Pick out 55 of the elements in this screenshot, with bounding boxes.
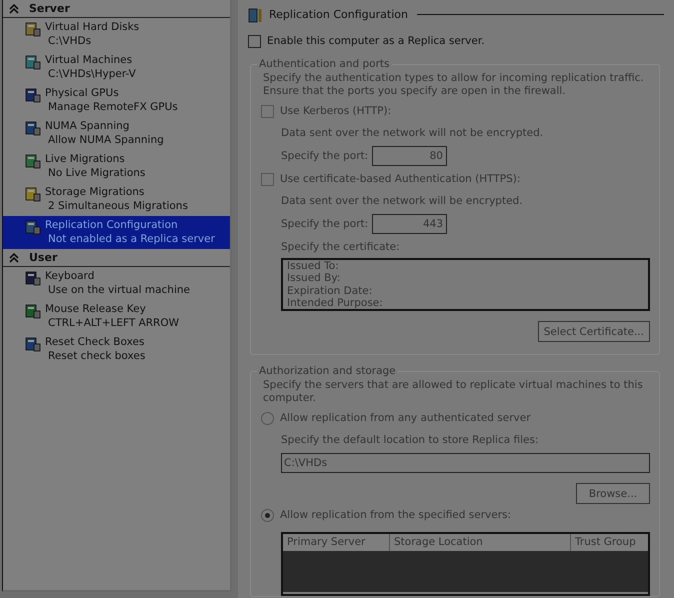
collapse-icon[interactable] [9, 4, 19, 14]
item-title: Virtual Machines [45, 53, 134, 67]
item-subtitle: Reset check boxes [47, 349, 146, 364]
radio-label: Allow replication from the specified servers: [280, 509, 512, 521]
sidebar-item[interactable]: Virtual Hard Disks C:\VHDs [3, 18, 230, 51]
description-text: Specify the servers that are allowed to replicate virtual machines to this computer. [263, 379, 644, 405]
section-header: User [29, 251, 58, 264]
group-title: Authorization and storage [258, 365, 397, 377]
item-subtitle: Not enabled as a Replica server [47, 232, 215, 247]
item-subtitle: 2 Simultaneous Migrations [47, 199, 188, 214]
sidebar-item[interactable]: NUMA Spanning Allow NUMA Spanning [3, 117, 230, 150]
item-title: Storage Migrations [45, 185, 146, 199]
checkbox-label: Use Kerberos (HTTP): [280, 105, 392, 117]
certificate-field: Expiration Date: [287, 284, 648, 297]
item-subtitle: Manage RemoteFX GPUs [47, 100, 178, 115]
radio-label: Allow replication from any authenticated server [280, 412, 531, 424]
note-text: Data sent over the network will not be encrypted. [280, 126, 544, 141]
item-subtitle: C:\VHDs [47, 34, 92, 49]
item-subtitle: No Live Migrations [47, 166, 146, 181]
section-header: Server [29, 2, 70, 15]
item-title: NUMA Spanning [45, 119, 130, 133]
collapse-icon[interactable] [9, 252, 19, 262]
sidebar-item[interactable]: Reset Check Boxes Reset check boxes [3, 333, 230, 366]
item-subtitle: CTRL+ALT+LEFT ARROW [47, 316, 179, 331]
certificate-field: Intended Purpose: [287, 296, 648, 310]
item-subtitle: Allow NUMA Spanning [47, 133, 164, 148]
item-subtitle: Use on the virtual machine [47, 283, 190, 298]
note-text: Data sent over the network will be encrypted. [280, 194, 524, 209]
checkbox-label: Use certificate-based Authentication (HTTPS): [280, 173, 520, 185]
sidebar-item[interactable]: Physical GPUs Manage RemoteFX GPUs [3, 84, 230, 117]
item-title: Physical GPUs [45, 86, 120, 100]
item-title: Keyboard [45, 269, 96, 283]
sidebar-item[interactable]: Virtual Machines C:\VHDs\Hyper-V [3, 51, 230, 84]
certificate-field: Issued To: [287, 260, 648, 272]
field-label: Specify the port: [281, 218, 370, 230]
panel-title: Replication Configuration [269, 8, 408, 20]
item-title: Replication Configuration [45, 218, 179, 232]
field-label: Specify the port: [281, 150, 370, 162]
checkbox-label: Enable this computer as a Replica server. [267, 35, 485, 47]
item-title: Mouse Release Key [45, 302, 147, 316]
sidebar-item[interactable]: Mouse Release Key CTRL+ALT+LEFT ARROW [3, 300, 230, 333]
certificate-field: Issued By: [287, 272, 648, 285]
sidebar-item[interactable]: Live Migrations No Live Migrations [3, 150, 230, 183]
sidebar-item[interactable]: Replication Configuration Not enabled as a Replica server [3, 216, 230, 249]
description-text: Specify the authentication types to allow for incoming replication traffic. Ensure that the ports you specify are open in the firewall. [263, 72, 645, 98]
item-title: Virtual Hard Disks [45, 20, 140, 34]
checkbox[interactable] [248, 34, 261, 48]
field-label: Specify the default location to store Replica files: [280, 433, 540, 448]
item-title: Reset Check Boxes [45, 335, 146, 349]
sidebar-item[interactable]: Storage Migrations 2 Simultaneous Migrations [3, 183, 230, 216]
sidebar-item[interactable]: Keyboard Use on the virtual machine [3, 267, 230, 300]
group-title: Authentication and ports [258, 58, 391, 70]
item-subtitle: C:\VHDs\Hyper-V [47, 67, 136, 82]
item-title: Live Migrations [45, 152, 126, 166]
field-label: Specify the certificate: [280, 240, 401, 255]
